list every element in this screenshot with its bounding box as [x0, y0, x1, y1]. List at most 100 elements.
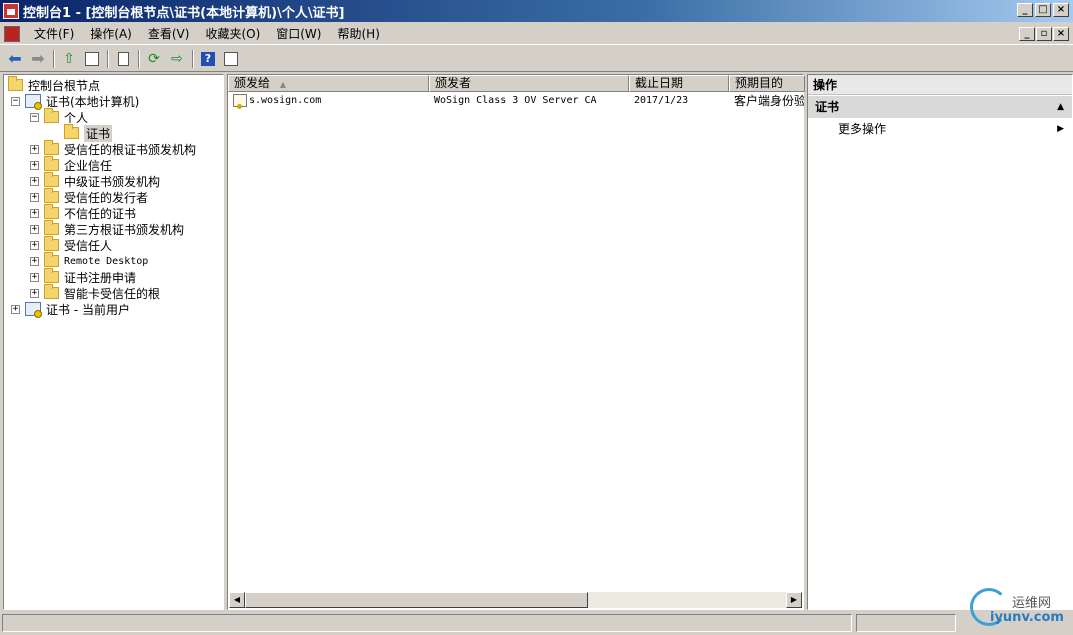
- show-hide-tree-button[interactable]: [81, 49, 103, 69]
- expand-toggle[interactable]: +: [11, 304, 20, 314]
- properties-button[interactable]: [112, 49, 134, 69]
- tree-node-untrusted-certs[interactable]: + 不信任的证书: [4, 204, 223, 221]
- expand-toggle[interactable]: +: [30, 208, 39, 218]
- watermark-cn: 运维网: [1012, 596, 1052, 611]
- up-icon: ⇧: [63, 50, 75, 67]
- tree-node-remote-desktop[interactable]: + Remote Desktop: [4, 252, 223, 269]
- cell-text: s.wosign.com: [249, 95, 322, 106]
- section-label: 证书: [815, 100, 840, 114]
- forward-button[interactable]: ➡: [27, 49, 49, 69]
- tree-node-label: 受信任的根证书颁发机构: [64, 142, 197, 157]
- expand-toggle[interactable]: +: [30, 144, 39, 154]
- tree-node-label: 证书(本地计算机): [46, 94, 140, 109]
- folder-icon: [44, 236, 59, 251]
- certificate-store-icon: [25, 302, 42, 318]
- folder-icon: [44, 284, 59, 299]
- tree-node-trusted-publishers[interactable]: + 受信任的发行者: [4, 188, 223, 205]
- folder-icon: [44, 172, 59, 187]
- tree-node-personal[interactable]: − 个人: [4, 108, 223, 125]
- expand-toggle[interactable]: +: [30, 272, 39, 282]
- expand-toggle[interactable]: +: [30, 160, 39, 170]
- submenu-arrow-icon: ▶: [1057, 124, 1064, 134]
- collapse-toggle[interactable]: −: [11, 96, 20, 106]
- tree-root[interactable]: 控制台根节点: [4, 76, 223, 93]
- tree-node-certificates-selected[interactable]: 证书: [4, 124, 223, 142]
- window-title: 控制台1 - [控制台根节点\证书(本地计算机)\个人\证书]: [23, 5, 345, 21]
- folder-icon: [8, 76, 23, 91]
- mdi-minimize-button[interactable]: _: [1019, 27, 1035, 41]
- export-list-button[interactable]: ⇨: [166, 49, 188, 69]
- back-button[interactable]: ⬅: [4, 49, 26, 69]
- expand-toggle[interactable]: +: [30, 288, 39, 298]
- scroll-right-button[interactable]: ▶: [786, 592, 802, 608]
- document-window-icon[interactable]: [4, 25, 20, 42]
- tree-node-label: 个人: [64, 110, 89, 125]
- toolbar-separator: [107, 49, 109, 68]
- tree-node-current-user-certs[interactable]: + 证书 - 当前用户: [4, 301, 223, 318]
- menu-view[interactable]: 查看(V): [140, 25, 198, 42]
- close-button[interactable]: ×: [1053, 3, 1069, 17]
- site-watermark: 运维网 iyunv.com: [970, 588, 1070, 632]
- toolbar: ⬅ ➡ ⇧ ⟳ ⇨ ?: [0, 46, 1073, 72]
- expand-toggle[interactable]: +: [30, 240, 39, 250]
- scroll-thumb[interactable]: [245, 592, 588, 608]
- column-header-expiration[interactable]: 截止日期: [629, 75, 729, 92]
- refresh-button[interactable]: ⟳: [143, 49, 165, 69]
- tree-node-label: 中级证书颁发机构: [64, 174, 161, 189]
- certificate-list[interactable]: 颁发给 ▲ 颁发者 截止日期 预期目的 s.wosign.com WoSign …: [227, 74, 805, 610]
- mmc-app-icon[interactable]: [3, 3, 19, 19]
- menu-favorites[interactable]: 收藏夹(O): [197, 25, 268, 42]
- tree-node-trusted-root-ca[interactable]: + 受信任的根证书颁发机构: [4, 140, 223, 157]
- menu-window[interactable]: 窗口(W): [268, 25, 329, 42]
- tree-node-local-computer-certs[interactable]: − 证书(本地计算机): [4, 93, 223, 110]
- collapse-arrow-icon[interactable]: ▲: [1057, 96, 1064, 118]
- actions-pane: 操作 证书 ▲ 更多操作 ▶: [807, 74, 1073, 610]
- tree-node-enterprise-trust[interactable]: + 企业信任: [4, 156, 223, 173]
- tree-node-label: 企业信任: [64, 158, 113, 173]
- column-label: 预期目的: [735, 76, 784, 90]
- tree-node-label: 证书: [84, 124, 113, 142]
- status-bar: [0, 612, 1073, 635]
- actions-section-certificates[interactable]: 证书 ▲: [808, 96, 1072, 118]
- tree-node-trusted-people[interactable]: + 受信任人: [4, 236, 223, 253]
- minimize-button[interactable]: _: [1017, 3, 1033, 17]
- column-header-issued-by[interactable]: 颁发者: [429, 75, 629, 92]
- help-button[interactable]: ?: [197, 49, 219, 69]
- menu-file[interactable]: 文件(F): [26, 25, 82, 42]
- mdi-restore-button[interactable]: ▫: [1036, 27, 1052, 41]
- expand-toggle[interactable]: +: [30, 224, 39, 234]
- tree-node-intermediate-ca[interactable]: + 中级证书颁发机构: [4, 172, 223, 189]
- expand-toggle[interactable]: +: [30, 256, 39, 266]
- show-hide-action-pane-icon: [224, 51, 238, 66]
- show-hide-action-pane-button[interactable]: [220, 49, 242, 69]
- tree-root-label: 控制台根节点: [28, 78, 101, 93]
- column-header-issued-to[interactable]: 颁发给 ▲: [228, 75, 429, 92]
- toolbar-separator: [138, 49, 140, 68]
- cell-issued-to: s.wosign.com: [233, 93, 429, 109]
- more-actions-item[interactable]: 更多操作 ▶: [808, 118, 1072, 140]
- watermark-en: iyunv.com: [990, 610, 1064, 625]
- column-header-intended-purpose[interactable]: 预期目的: [729, 75, 805, 92]
- more-actions-label: 更多操作: [838, 122, 887, 136]
- menu-help[interactable]: 帮助(H): [329, 25, 387, 42]
- tree-node-third-party-root-ca[interactable]: + 第三方根证书颁发机构: [4, 220, 223, 237]
- folder-icon: [44, 108, 59, 123]
- up-level-button[interactable]: ⇧: [58, 49, 80, 69]
- tree-node-label: 证书 - 当前用户: [46, 302, 130, 317]
- tree-node-label: 第三方根证书颁发机构: [64, 222, 185, 237]
- mdi-close-button[interactable]: ×: [1053, 27, 1069, 41]
- tree-node-enrollment-requests[interactable]: + 证书注册申请: [4, 268, 223, 285]
- expand-toggle[interactable]: +: [30, 192, 39, 202]
- title-bar: 控制台1 - [控制台根节点\证书(本地计算机)\个人\证书] _ □ ×: [0, 0, 1073, 22]
- horizontal-scrollbar[interactable]: ◀ ▶: [229, 592, 802, 608]
- expand-toggle[interactable]: +: [30, 176, 39, 186]
- folder-icon: [44, 252, 59, 267]
- folder-icon: [44, 268, 59, 283]
- folder-icon: [44, 220, 59, 235]
- tree-node-smart-card-trusted-roots[interactable]: + 智能卡受信任的根: [4, 284, 223, 301]
- scroll-left-button[interactable]: ◀: [229, 592, 245, 608]
- console-tree[interactable]: 控制台根节点 − 证书(本地计算机) − 个人 证书 + 受信任的根证书颁发机构…: [3, 74, 224, 610]
- menu-action[interactable]: 操作(A): [82, 25, 140, 42]
- maximize-button[interactable]: □: [1035, 3, 1051, 17]
- collapse-toggle[interactable]: −: [30, 112, 39, 122]
